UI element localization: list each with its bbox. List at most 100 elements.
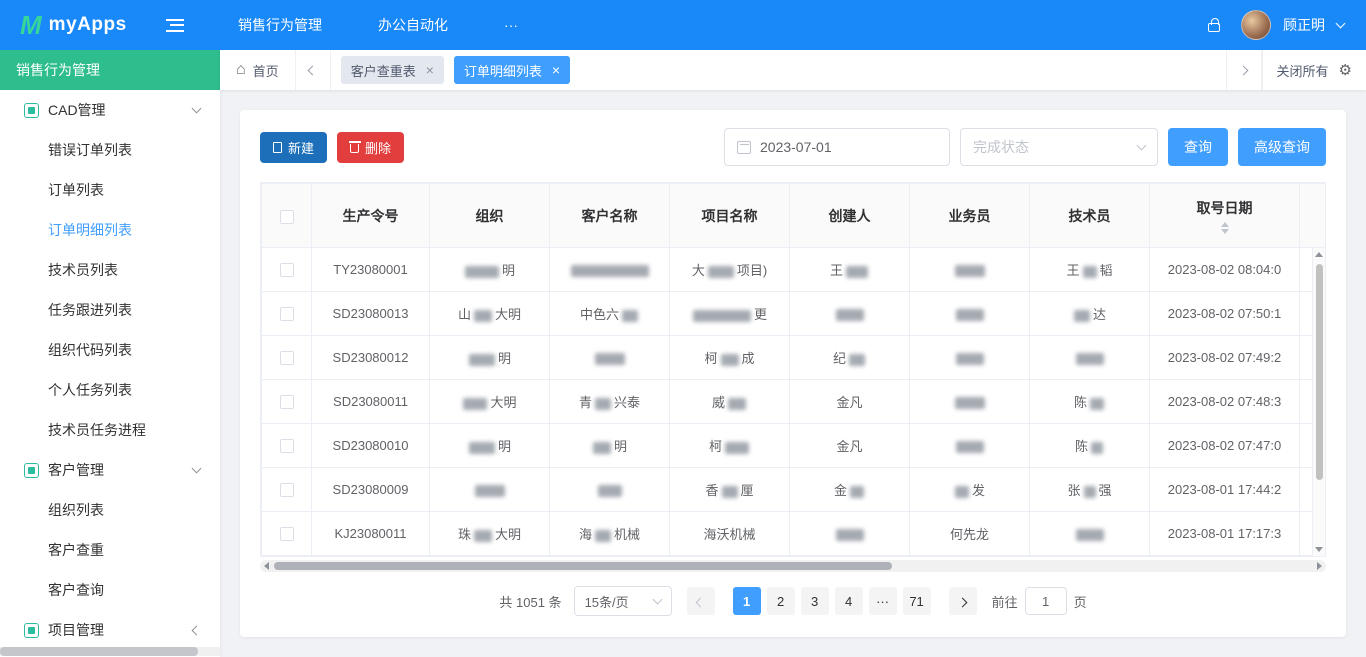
sidebar-group-项目管理[interactable]: 项目管理 [0, 610, 220, 650]
tab-scroll-left[interactable] [295, 50, 331, 90]
sidebar-group-客户管理[interactable]: 客户管理 [0, 450, 220, 490]
row-checkbox[interactable] [280, 527, 294, 541]
redacted-text [849, 354, 865, 366]
query-button[interactable]: 查询 [1168, 128, 1228, 166]
cell [910, 380, 1030, 424]
app-logo[interactable]: M myApps [0, 12, 160, 38]
create-button[interactable]: 新建 [260, 132, 327, 163]
scroll-left-icon[interactable] [264, 562, 269, 570]
sidebar-item-订单明细列表[interactable]: 订单明细列表 [0, 210, 220, 250]
column-label: 创建人 [829, 206, 871, 226]
sidebar-item-错误订单列表[interactable]: 错误订单列表 [0, 130, 220, 170]
goto-page-input[interactable] [1025, 587, 1067, 615]
horizontal-scroll-thumb[interactable] [274, 562, 892, 570]
close-all-tabs[interactable]: 关闭所有 ⚙ [1262, 50, 1366, 90]
sidebar-scrollbar[interactable] [0, 647, 220, 656]
sidebar-menu: CAD管理错误订单列表订单列表订单明细列表技术员列表任务跟进列表组织代码列表个人… [0, 90, 220, 650]
cell: 山大明 [430, 292, 550, 336]
redacted-text [725, 442, 749, 454]
close-icon[interactable]: × [552, 63, 560, 77]
sidebar-item-技术员列表[interactable]: 技术员列表 [0, 250, 220, 290]
username[interactable]: 顾正明 [1283, 15, 1325, 35]
page-button-2[interactable]: 2 [767, 587, 795, 615]
sidebar-item-客户查重[interactable]: 客户查重 [0, 530, 220, 570]
close-icon[interactable]: × [426, 63, 434, 77]
row-checkbox[interactable] [280, 307, 294, 321]
sidebar-group-CAD管理[interactable]: CAD管理 [0, 90, 220, 130]
column-header-技术员[interactable]: 技术员 [1030, 184, 1150, 248]
nav-item-销售行为管理[interactable]: 销售行为管理 [210, 0, 350, 50]
row-checkbox[interactable] [280, 439, 294, 453]
column-header-生产令号[interactable]: 生产令号 [312, 184, 430, 248]
cell [910, 424, 1030, 468]
tab-scroll-right[interactable] [1226, 50, 1262, 90]
tab-客户查重表[interactable]: 客户查重表× [341, 56, 444, 84]
row-checkbox[interactable] [280, 395, 294, 409]
column-header-组织[interactable]: 组织 [430, 184, 550, 248]
delete-label: 删除 [365, 138, 391, 157]
delete-button[interactable]: 删除 [337, 132, 404, 163]
sidebar-item-订单列表[interactable]: 订单列表 [0, 170, 220, 210]
lock-icon[interactable] [1199, 18, 1229, 32]
cell [550, 468, 670, 512]
sidebar-item-组织列表[interactable]: 组织列表 [0, 490, 220, 530]
sidebar-item-任务跟进列表[interactable]: 任务跟进列表 [0, 290, 220, 330]
scroll-right-icon[interactable] [1317, 562, 1322, 570]
tab-订单明细列表[interactable]: 订单明细列表× [454, 56, 570, 84]
page-button-3[interactable]: 3 [801, 587, 829, 615]
tab-home[interactable]: ⌂ 首页 [220, 50, 295, 90]
sidebar-item-个人任务列表[interactable]: 个人任务列表 [0, 370, 220, 410]
page-button-71[interactable]: 71 [903, 587, 931, 615]
row-checkbox[interactable] [280, 483, 294, 497]
cell [910, 336, 1030, 380]
prev-page-button[interactable] [687, 587, 715, 615]
cell: 2023-08-02 07:50:1 [1150, 292, 1300, 336]
select-all-header [262, 184, 312, 248]
nav-item-···[interactable]: ··· [476, 0, 546, 50]
table-row: SD23080010明明柯金凡陈2023-08-02 07:47:0 [262, 424, 1327, 468]
brand-name: myApps [49, 14, 127, 36]
status-select[interactable]: 完成状态 [960, 128, 1158, 166]
cell [910, 248, 1030, 292]
cell [430, 468, 550, 512]
row-checkbox[interactable] [280, 263, 294, 277]
page-button-1[interactable]: 1 [733, 587, 761, 615]
sidebar-item-组织代码列表[interactable]: 组织代码列表 [0, 330, 220, 370]
page-button-4[interactable]: 4 [835, 587, 863, 615]
cell: 大项目) [670, 248, 790, 292]
vertical-scrollbar[interactable] [1312, 248, 1325, 556]
next-page-button[interactable] [949, 587, 977, 615]
cell: 中色六 [550, 292, 670, 336]
cell: 金 [790, 468, 910, 512]
sidebar-item-技术员任务进程[interactable]: 技术员任务进程 [0, 410, 220, 450]
cell: 2023-08-02 07:48:3 [1150, 380, 1300, 424]
advanced-query-button[interactable]: 高级查询 [1238, 128, 1326, 166]
column-header-业务员[interactable]: 业务员 [910, 184, 1030, 248]
redacted-text [728, 398, 746, 410]
page-button-···[interactable]: ··· [869, 587, 897, 615]
nav-item-办公自动化[interactable]: 办公自动化 [350, 0, 476, 50]
column-header-客户名称[interactable]: 客户名称 [550, 184, 670, 248]
cell: 纪 [790, 336, 910, 380]
date-picker[interactable]: 2023-07-01 [724, 128, 950, 166]
vertical-scroll-thumb[interactable] [1316, 264, 1323, 480]
page-size-select[interactable]: 15条/页 [574, 586, 672, 616]
row-checkbox[interactable] [280, 351, 294, 365]
column-header-取号日期[interactable]: 取号日期 [1150, 184, 1300, 248]
select-all-checkbox[interactable] [280, 210, 294, 224]
column-header-创建人[interactable]: 创建人 [790, 184, 910, 248]
toolbar: 新建 删除 2023-07-01 完成状态 [260, 128, 1326, 166]
collapse-sidebar-icon[interactable] [166, 19, 184, 32]
scroll-down-icon[interactable] [1315, 547, 1323, 552]
sidebar-item-客户查询[interactable]: 客户查询 [0, 570, 220, 610]
module-icon [24, 623, 39, 638]
horizontal-scrollbar[interactable] [260, 560, 1326, 572]
gear-icon[interactable]: ⚙ [1339, 61, 1352, 79]
column-header-项目名称[interactable]: 项目名称 [670, 184, 790, 248]
column-header-订单[interactable]: 订单 [1300, 184, 1327, 248]
redacted-text [722, 486, 738, 498]
sort-icon[interactable] [1221, 222, 1229, 234]
avatar[interactable] [1241, 10, 1271, 40]
scroll-up-icon[interactable] [1315, 252, 1323, 257]
redacted-text [595, 530, 611, 542]
